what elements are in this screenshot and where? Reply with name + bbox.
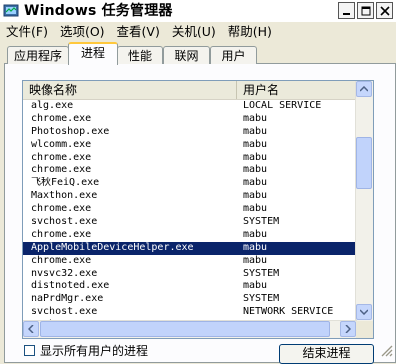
process-image-name: chrome.exe: [31, 151, 92, 163]
process-user-name: mabu: [243, 190, 268, 202]
bottom-bar: 显示所有用户的进程 结束进程: [0, 342, 396, 364]
process-user-name: mabu: [243, 164, 268, 176]
process-user-name: mabu: [243, 112, 268, 124]
process-user-name: mabu: [243, 125, 268, 137]
process-user-name: mabu: [243, 280, 268, 292]
process-row[interactable]: Maxthon.exe mabu: [23, 190, 357, 203]
horizontal-scrollbar[interactable]: [23, 320, 357, 338]
process-row[interactable]: chrome.exe mabu: [23, 229, 357, 242]
process-row[interactable]: nvsvc32.exe SYSTEM: [23, 268, 357, 281]
process-image-name: Maxthon.exe: [31, 190, 98, 202]
process-row[interactable]: chrome.exe mabu: [23, 113, 357, 126]
process-image-name: AppleMobileDeviceHelper.exe: [31, 241, 194, 253]
process-row[interactable]: distnoted.exe mabu: [23, 280, 357, 293]
scroll-up-button[interactable]: [356, 81, 372, 97]
process-list[interactable]: 映像名称 用户名 alg.exe LOCAL SERVICE chrome.exe m…: [22, 80, 374, 339]
process-image-name: alg.exe: [31, 100, 74, 111]
scroll-right-button[interactable]: [340, 321, 356, 337]
process-image-name: wlcomm.exe: [31, 138, 92, 150]
minimize-button[interactable]: [338, 2, 355, 19]
process-user-name: NETWORK SERVICE: [243, 306, 334, 318]
show-all-users-checkbox[interactable]: [24, 345, 35, 356]
tab-performance[interactable]: 性能: [117, 46, 163, 64]
process-user-name: mabu: [243, 138, 268, 150]
process-user-name: SYSTEM: [243, 267, 280, 279]
process-row[interactable]: wlcomm.exe mabu: [23, 139, 357, 152]
process-row[interactable]: alg.exe LOCAL SERVICE: [23, 100, 357, 113]
maximize-icon: [361, 6, 370, 15]
process-image-name: Photoshop.exe: [31, 125, 110, 137]
arrow-left-icon: [28, 325, 34, 333]
process-image-name: distnoted.exe: [31, 280, 110, 292]
list-header: 映像名称 用户名: [23, 81, 357, 100]
process-image-name: naPrdMgr.exe: [31, 293, 104, 305]
process-rows: alg.exe LOCAL SERVICE chrome.exe mabu Photos…: [23, 100, 357, 332]
process-row[interactable]: 飞秋FeiQ.exe mabu: [23, 177, 357, 190]
end-process-button[interactable]: 结束进程: [279, 344, 374, 364]
menu-file[interactable]: 文件(F): [0, 23, 54, 41]
process-row[interactable]: svchost.exe NETWORK SERVICE: [23, 306, 357, 319]
close-button[interactable]: [376, 2, 393, 19]
process-user-name: mabu: [243, 151, 268, 163]
process-image-name: chrome.exe: [31, 203, 92, 215]
tab-users[interactable]: 用户: [210, 46, 257, 64]
process-image-name: chrome.exe: [31, 112, 92, 124]
scroll-left-button[interactable]: [23, 321, 39, 337]
menu-shutdown[interactable]: 关机(U): [166, 23, 222, 41]
process-row[interactable]: chrome.exe mabu: [23, 255, 357, 268]
process-user-name: SYSTEM: [243, 216, 280, 228]
menu-help[interactable]: 帮助(H): [222, 23, 278, 41]
scrollbar-corner: [356, 321, 373, 338]
process-user-name: mabu: [243, 254, 268, 266]
arrow-up-icon: [360, 86, 368, 92]
tab-applications[interactable]: 应用程序: [7, 46, 69, 64]
process-image-name: svchost.exe: [31, 306, 98, 318]
maximize-button[interactable]: [357, 2, 374, 19]
close-icon: [379, 5, 390, 16]
process-image-name: nvsvc32.exe: [31, 267, 98, 279]
process-user-name: mabu: [243, 177, 268, 189]
process-user-name: LOCAL SERVICE: [243, 100, 322, 111]
process-image-name: chrome.exe: [31, 164, 92, 176]
process-row[interactable]: chrome.exe mabu: [23, 203, 357, 216]
vertical-scrollbar[interactable]: [355, 81, 373, 321]
tab-strip: 应用程序 进程 性能 联网 用户: [5, 42, 395, 65]
task-manager-icon: [3, 4, 19, 17]
process-row[interactable]: Photoshop.exe mabu: [23, 126, 357, 139]
process-user-name: mabu: [243, 228, 268, 240]
process-image-name: svchost.exe: [31, 216, 98, 228]
minimize-icon: [342, 12, 350, 15]
process-row[interactable]: chrome.exe mabu: [23, 164, 357, 177]
column-user-name[interactable]: 用户名: [237, 81, 357, 99]
process-image-name: 飞秋FeiQ.exe: [31, 177, 100, 189]
process-user-name: mabu: [243, 203, 268, 215]
title-bar: Windows 任务管理器: [0, 0, 396, 23]
horizontal-scroll-thumb[interactable]: [40, 321, 330, 337]
process-image-name: chrome.exe: [31, 254, 92, 266]
show-all-users-label: 显示所有用户的进程: [40, 344, 149, 358]
vertical-scroll-thumb[interactable]: [356, 137, 372, 189]
column-image-name[interactable]: 映像名称: [23, 81, 237, 99]
arrow-down-icon: [360, 309, 368, 315]
process-image-name: chrome.exe: [31, 228, 92, 240]
resize-grip-icon[interactable]: [376, 340, 394, 358]
tab-networking[interactable]: 联网: [163, 46, 210, 64]
process-row[interactable]: chrome.exe mabu: [23, 152, 357, 165]
process-row[interactable]: svchost.exe SYSTEM: [23, 216, 357, 229]
process-user-name: SYSTEM: [243, 293, 280, 305]
menu-options[interactable]: 选项(O): [54, 23, 111, 41]
process-row[interactable]: AppleMobileDeviceHelper.exe mabu: [23, 241, 357, 255]
menu-view[interactable]: 查看(V): [111, 23, 166, 41]
window-title: Windows 任务管理器: [24, 3, 173, 19]
tab-processes[interactable]: 进程: [68, 42, 118, 65]
arrow-right-icon: [345, 325, 351, 333]
scroll-down-button[interactable]: [356, 304, 372, 320]
menu-bar: 文件(F) 选项(O) 查看(V) 关机(U) 帮助(H): [0, 22, 396, 42]
process-user-name: mabu: [243, 241, 268, 253]
process-row[interactable]: naPrdMgr.exe SYSTEM: [23, 293, 357, 306]
